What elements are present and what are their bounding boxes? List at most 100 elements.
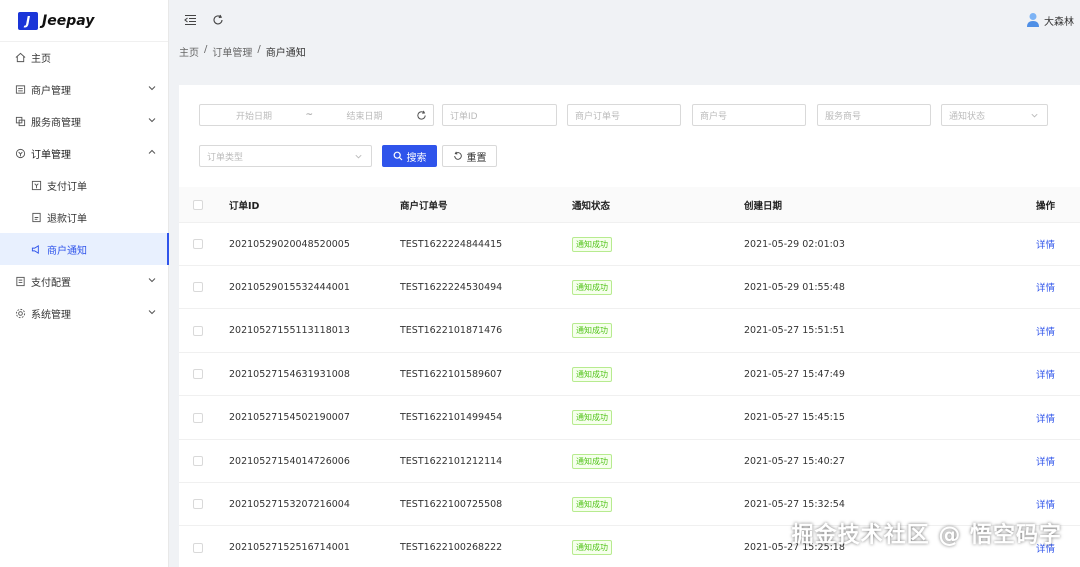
created-date-cell: 2021-05-27 15:45:15 [744, 412, 845, 424]
created-date-cell: 2021-05-29 02:01:03 [744, 238, 845, 250]
detail-link[interactable]: 详情 [1036, 454, 1055, 468]
chevron-down-icon [148, 118, 156, 123]
breadcrumb-home[interactable]: 主页 [179, 44, 199, 59]
column-header-order-id[interactable]: 订单ID [229, 187, 259, 222]
isv-no-input[interactable]: 服务商号 [817, 104, 931, 126]
mch-no-input[interactable]: 商户号 [692, 104, 806, 126]
main-card: 开始日期 ~ 结束日期 订单ID 商户订单号 商户号 服务商号 通知状态 订单类… [179, 85, 1080, 567]
mch-order-no-input[interactable]: 商户订单号 [567, 104, 681, 126]
breadcrumb: 主页 / 订单管理 / 商户通知 [179, 44, 306, 59]
sidebar-item-home[interactable]: 主页 [0, 41, 169, 73]
mch-order-no-cell: TEST1622224530494 [400, 281, 503, 293]
column-header-actions: 操作 [1036, 200, 1056, 212]
search-button[interactable]: 搜索 [382, 145, 437, 167]
filter-bar: 开始日期 ~ 结束日期 订单ID 商户订单号 商户号 服务商号 通知状态 订单类… [179, 85, 1080, 187]
detail-link[interactable]: 详情 [1036, 411, 1055, 425]
sidebar-item-pay-orders[interactable]: 支付订单 [0, 169, 169, 201]
detail-link[interactable]: 详情 [1036, 280, 1055, 294]
order-id-input[interactable]: 订单ID [442, 104, 557, 126]
settings-icon [14, 307, 26, 319]
reset-button-label: 重置 [466, 152, 487, 164]
column-header-mch-order-no[interactable]: 商户订单号 [400, 187, 448, 222]
order-icon [14, 147, 26, 159]
created-date-cell: 2021-05-29 01:55:48 [744, 281, 845, 293]
date-range-separator: ~ [305, 110, 314, 120]
status-badge: 通知成功 [572, 410, 612, 426]
table-row[interactable]: 20210529015532444001 TEST1622224530494 通知成… [179, 266, 1080, 310]
mch-order-no-cell: TEST1622101871476 [400, 325, 503, 337]
chevron-down-icon [355, 154, 362, 159]
notify-state-placeholder: 通知状态 [949, 111, 986, 122]
row-checkbox[interactable] [193, 456, 203, 466]
refresh-icon[interactable] [211, 13, 225, 27]
table-row[interactable]: 20210527155113118013 TEST1622101871476 通知成… [179, 310, 1080, 353]
row-checkbox[interactable] [193, 412, 203, 423]
refresh-icon[interactable] [416, 110, 427, 121]
sidebar-item-label: 支付配置 [31, 277, 71, 289]
order-id-cell: 20210527154502190007 [229, 412, 350, 424]
breadcrumb-separator: / [257, 44, 261, 55]
row-checkbox[interactable] [193, 282, 203, 293]
detail-link[interactable]: 详情 [1036, 237, 1055, 251]
logo-text: Jeepay [42, 12, 95, 29]
detail-link[interactable]: 详情 [1036, 367, 1055, 381]
mch-order-no-cell: TEST1622101589607 [400, 368, 503, 380]
notify-state-select[interactable]: 通知状态 [941, 104, 1048, 126]
status-badge: 通知成功 [572, 496, 612, 512]
status-badge: 通知成功 [572, 540, 612, 556]
sidebar-item-provider[interactable]: 服务商管理 [0, 105, 169, 137]
row-checkbox[interactable] [193, 499, 203, 510]
table-row[interactable]: 20210527154502190007 TEST1622101499454 通知成… [179, 397, 1080, 440]
column-header-notify-state[interactable]: 通知状态 [572, 187, 610, 222]
notify-icon [30, 243, 42, 255]
avatar [1027, 13, 1039, 27]
sidebar-item-pay-config[interactable]: 支付配置 [0, 265, 169, 297]
order-id-cell: 20210527153207216004 [229, 498, 350, 510]
search-icon [393, 151, 402, 161]
sidebar-item-label: 系统管理 [31, 309, 71, 321]
order-type-select[interactable]: 订单类型 [199, 145, 372, 167]
user-menu[interactable]: 大森林 [1026, 12, 1074, 28]
mch-order-no-cell: TEST1622224844415 [400, 238, 503, 250]
row-checkbox[interactable] [193, 542, 203, 553]
detail-link[interactable]: 详情 [1036, 324, 1055, 338]
logo[interactable]: J Jeepay [0, 0, 168, 42]
sidebar-item-label: 商户通知 [47, 245, 87, 257]
row-checkbox[interactable] [193, 369, 203, 380]
date-range-picker[interactable]: 开始日期 ~ 结束日期 [199, 104, 434, 126]
table-row[interactable]: 20210529020048520005 TEST1622224844415 通知成… [179, 223, 1080, 266]
menu-fold-icon[interactable] [183, 13, 197, 27]
reset-button[interactable]: 重置 [442, 145, 497, 167]
sidebar-item-label: 支付订单 [47, 181, 87, 193]
order-id-cell: 20210527155113118013 [229, 325, 350, 337]
sidebar-item-label: 服务商管理 [31, 117, 81, 129]
sidebar-item-system[interactable]: 系统管理 [0, 297, 169, 329]
chevron-up-icon [148, 149, 156, 154]
mch-order-no-cell: TEST1622100725508 [400, 498, 503, 510]
home-icon [14, 51, 26, 63]
table-row[interactable]: 20210527154631931008 TEST1622101589607 通知成… [179, 353, 1080, 397]
breadcrumb-section[interactable]: 订单管理 [212, 44, 252, 59]
mch-order-no-cell: TEST1622101212114 [400, 455, 503, 467]
start-date-input[interactable]: 开始日期 [236, 109, 272, 122]
row-checkbox[interactable] [193, 325, 203, 336]
sidebar-item-orders[interactable]: 订单管理 [0, 137, 169, 169]
mch-order-no-cell: TEST1622100268222 [400, 542, 503, 554]
column-header-created[interactable]: 创建日期 [744, 187, 782, 222]
chevron-down-icon [148, 310, 156, 315]
sidebar-item-label: 商户管理 [31, 85, 71, 97]
end-date-input[interactable]: 结束日期 [347, 109, 383, 122]
reload-icon [453, 151, 462, 160]
detail-link[interactable]: 详情 [1036, 497, 1055, 511]
order-id-cell: 20210529015532444001 [229, 281, 350, 293]
sidebar-item-refund-orders[interactable]: 退款订单 [0, 201, 169, 233]
pay-order-icon [30, 179, 42, 191]
sidebar-item-merchant[interactable]: 商户管理 [0, 73, 169, 105]
table-row[interactable]: 20210527154014726006 TEST1622101212114 通知成… [179, 440, 1080, 483]
created-date-cell: 2021-05-27 15:40:27 [744, 455, 845, 467]
sidebar-item-merchant-notify[interactable]: 商户通知 [0, 233, 169, 265]
row-checkbox[interactable] [193, 239, 203, 249]
select-all-checkbox[interactable] [193, 199, 203, 210]
status-badge: 通知成功 [572, 236, 612, 252]
sidebar-item-label: 退款订单 [47, 213, 87, 225]
